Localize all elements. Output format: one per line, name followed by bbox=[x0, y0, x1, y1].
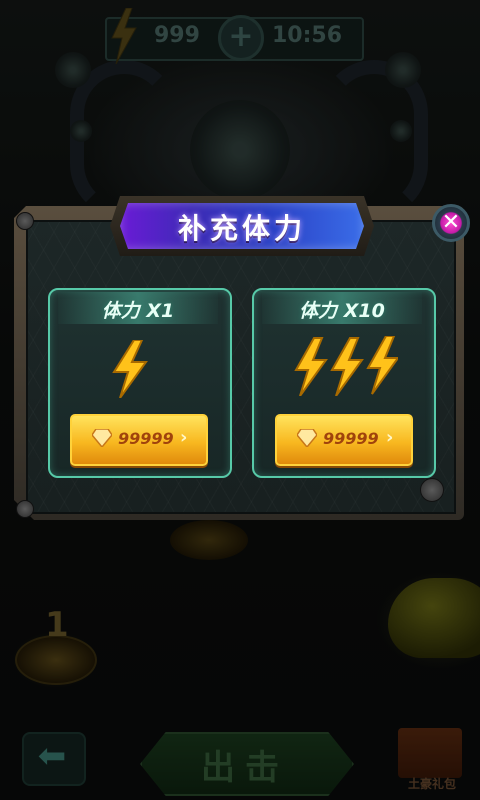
rivet-decor bbox=[16, 500, 34, 518]
lightning-icon bbox=[112, 340, 148, 398]
option-title: 体力 X10 bbox=[299, 300, 385, 322]
close-icon: ✕ bbox=[441, 210, 461, 235]
rivet-decor bbox=[420, 478, 444, 502]
chevron-right-icon: › bbox=[180, 427, 188, 448]
diamond-icon bbox=[92, 429, 112, 447]
lightning-icon bbox=[294, 336, 398, 396]
chevron-right-icon: › bbox=[386, 427, 394, 448]
dialog-title: 补充体力 bbox=[177, 212, 306, 245]
option-title: 体力 X1 bbox=[101, 300, 175, 322]
price-label: 99999 bbox=[118, 429, 174, 448]
diamond-icon bbox=[297, 429, 317, 447]
rivet-decor bbox=[16, 212, 34, 230]
price-label: 99999 bbox=[323, 429, 379, 448]
